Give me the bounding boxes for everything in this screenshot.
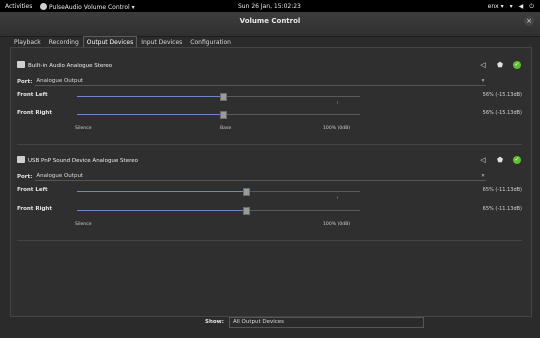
mute-button[interactable]: ◁ <box>479 61 487 69</box>
clock[interactable]: Sun 26 Jan, 15:02:23 <box>238 3 301 10</box>
device-header: USB PnP Sound Device Analogue Stereo <box>17 156 138 166</box>
volume-value: 65% (-11.13dB) <box>482 206 522 212</box>
tab-bar: Playback Recording Output Devices Input … <box>10 36 235 48</box>
device-name: Built-in Audio Analogue Stereo <box>28 63 113 69</box>
channel-slider-row: Front Left 65% (-11.13dB) <box>17 187 522 197</box>
volume-slider[interactable] <box>77 111 360 119</box>
channel-slider-row: Front Right 56% (-15.13dB) <box>17 110 522 120</box>
channel-label: Front Left <box>17 92 48 98</box>
volume-slider[interactable] <box>77 188 360 196</box>
scale-silence: Silence <box>75 222 92 227</box>
lock-icon: ⬟ <box>496 156 504 164</box>
show-select[interactable]: All Output Devices <box>228 316 424 328</box>
port-label: Port: <box>17 173 33 180</box>
volume-icon[interactable]: ◀ <box>519 3 524 11</box>
slider-handle[interactable] <box>243 207 250 215</box>
slider-handle[interactable] <box>220 111 227 119</box>
set-default-button[interactable]: ✓ <box>513 156 521 164</box>
show-filter: Show: All Output Devices <box>205 316 424 328</box>
show-label: Show: <box>205 319 224 325</box>
channel-label: Front Right <box>17 110 52 116</box>
app-menu[interactable]: PulseAudio Volume Control ▾ <box>40 3 135 11</box>
speaker-icon: ◁ <box>480 61 486 69</box>
checkmark-icon: ✓ <box>514 156 520 163</box>
channel-slider-row: Front Left 56% (-15.13dB) <box>17 92 522 102</box>
show-value: All Output Devices <box>232 318 285 325</box>
scale-silence: Silence <box>75 126 92 131</box>
device-name: USB PnP Sound Device Analogue Stereo <box>28 158 138 164</box>
slider-fill <box>77 96 223 97</box>
device-divider <box>17 240 522 241</box>
chevron-down-icon: ▾ <box>481 78 485 84</box>
volume-slider[interactable] <box>77 207 360 215</box>
power-icon[interactable]: ⏻ <box>529 3 534 11</box>
device-divider <box>17 144 522 145</box>
window-title: Volume Control <box>239 17 301 25</box>
port-value: Analogue Output <box>36 173 84 179</box>
volume-scale: Silence 100% (0dB) <box>11 222 531 230</box>
app-menu-label: PulseAudio Volume Control ▾ <box>49 4 135 11</box>
device-controls: ◁ ⬟ ✓ <box>479 156 521 166</box>
activities-button[interactable]: Activities <box>5 3 32 10</box>
lock-channels-button[interactable]: ⬟ <box>496 61 504 69</box>
close-icon: × <box>526 17 532 25</box>
slider-handle[interactable] <box>220 93 227 101</box>
pulseaudio-logo-icon <box>40 3 47 10</box>
volume-value: 65% (-11.13dB) <box>482 187 522 193</box>
slider-tick <box>337 196 338 199</box>
channel-label: Front Left <box>17 187 48 193</box>
window-titlebar: Volume Control × <box>0 12 540 37</box>
mute-button[interactable]: ◁ <box>479 156 487 164</box>
slider-handle[interactable] <box>243 188 250 196</box>
slider-tick <box>337 101 338 104</box>
usb-sound-card-icon <box>17 156 25 163</box>
set-default-button[interactable]: ✓ <box>513 61 521 69</box>
slider-fill <box>77 210 246 211</box>
volume-value: 56% (-15.13dB) <box>482 110 522 116</box>
lock-channels-button[interactable]: ⬟ <box>496 156 504 164</box>
checkmark-icon: ✓ <box>514 61 520 68</box>
port-select[interactable]: Analogue Output ▾ <box>35 77 487 86</box>
scale-full: 100% (0dB) <box>323 126 351 131</box>
slider-fill <box>77 114 223 115</box>
port-select[interactable]: Analogue Output ▾ <box>35 172 487 181</box>
speaker-icon: ◁ <box>480 156 486 164</box>
device-controls: ◁ ⬟ ✓ <box>479 61 521 71</box>
volume-value: 56% (-15.13dB) <box>482 92 522 98</box>
slider-fill <box>77 191 246 192</box>
port-value: Analogue Output <box>36 78 84 84</box>
device-header: Built-in Audio Analogue Stereo <box>17 61 112 71</box>
scale-base: Base <box>220 126 232 131</box>
lock-icon: ⬟ <box>496 61 504 69</box>
scale-full: 100% (0dB) <box>323 222 351 227</box>
keyboard-layout-indicator[interactable]: enx ▾ <box>488 3 504 11</box>
port-row: Port: Analogue Output ▾ <box>17 172 487 181</box>
port-row: Port: Analogue Output ▾ <box>17 77 487 86</box>
top-bar: Activities PulseAudio Volume Control ▾ S… <box>0 0 540 12</box>
channel-label: Front Right <box>17 206 52 212</box>
port-label: Port: <box>17 78 33 85</box>
volume-slider[interactable] <box>77 93 360 101</box>
volume-scale: Silence Base 100% (0dB) <box>11 126 531 134</box>
close-button[interactable]: × <box>524 16 534 26</box>
wifi-icon[interactable]: ▾ <box>510 3 513 11</box>
channel-slider-row: Front Right 65% (-11.13dB) <box>17 206 522 216</box>
output-devices-panel: Built-in Audio Analogue Stereo ◁ ⬟ ✓ Por… <box>10 47 532 317</box>
chevron-down-icon: ▾ <box>481 173 485 179</box>
sound-card-icon <box>17 61 25 68</box>
